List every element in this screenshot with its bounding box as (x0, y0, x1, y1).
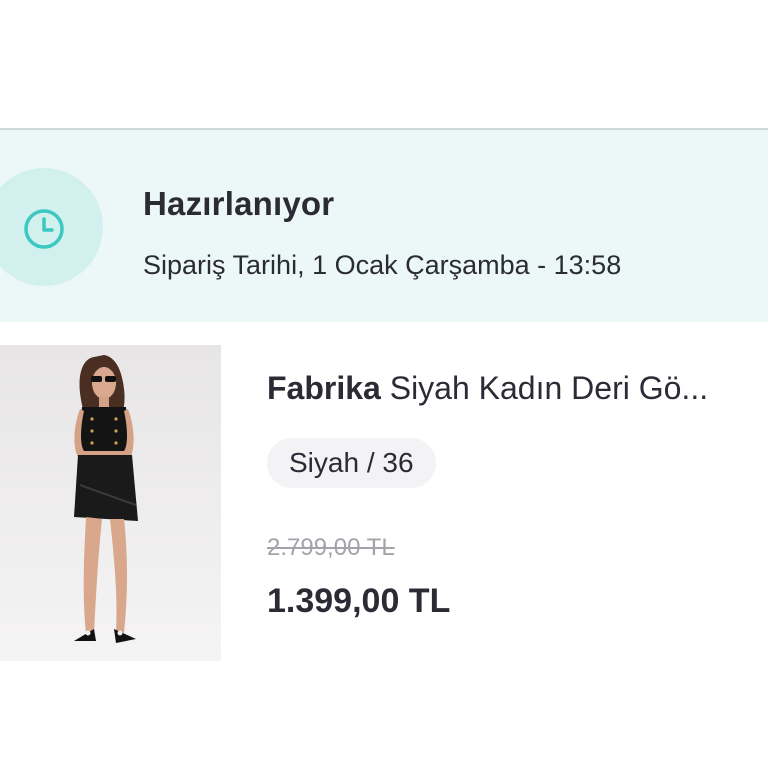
clock-icon (24, 209, 64, 249)
product-brand: Fabrika (267, 370, 381, 406)
variant-badge: Siyah / 36 (267, 438, 436, 488)
order-detail-page: Hazırlanıyor Sipariş Tarihi, 1 Ocak Çarş… (0, 0, 768, 768)
product-title[interactable]: Fabrika Siyah Kadın Deri Gö... (267, 370, 767, 407)
order-status-banner: Hazırlanıyor Sipariş Tarihi, 1 Ocak Çarş… (0, 128, 768, 322)
product-photo (0, 345, 221, 661)
product-image[interactable] (0, 345, 221, 661)
order-date: Sipariş Tarihi, 1 Ocak Çarşamba - 13:58 (143, 250, 622, 280)
top-blank-area (0, 0, 768, 128)
old-price: 2.799,00 TL (267, 534, 395, 561)
current-price: 1.399,00 TL (267, 582, 451, 620)
order-status-title: Hazırlanıyor (143, 185, 335, 222)
product-name: Siyah Kadın Deri Gö... (389, 370, 709, 406)
product-card[interactable]: Fabrika Siyah Kadın Deri Gö... Siyah / 3… (0, 322, 768, 768)
